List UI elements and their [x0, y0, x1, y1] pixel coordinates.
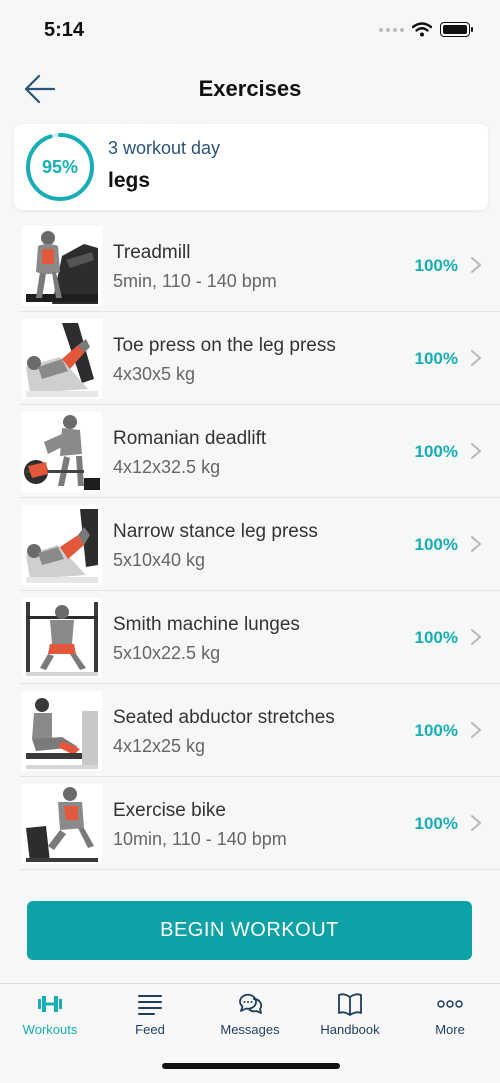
tab-label: Handbook [320, 1022, 380, 1037]
begin-workout-button[interactable]: BEGIN WORKOUT [27, 901, 472, 960]
tab-workouts[interactable]: Workouts [0, 990, 100, 1040]
tab-messages[interactable]: Messages [200, 990, 300, 1040]
narrow-leg-press-thumbnail [22, 505, 102, 585]
chevron-right-icon [471, 722, 482, 738]
status-icons [379, 22, 473, 37]
exercise-detail: 5x10x40 kg [113, 550, 206, 570]
exercise-percent: 100% [414, 721, 458, 740]
chevron-right-icon [471, 257, 482, 273]
exercise-detail: 10min, 110 - 140 bpm [113, 829, 287, 849]
progress-percent: 95% [41, 156, 79, 177]
more-dots-icon [437, 1000, 463, 1008]
exercise-percent: 100% [414, 349, 458, 368]
exercise-detail: 5min, 110 - 140 bpm [113, 271, 277, 291]
exercise-name: Narrow stance leg press [113, 521, 318, 542]
exercise-percent: 100% [414, 442, 458, 461]
chat-bubbles-icon [239, 993, 263, 1014]
exercise-percent: 100% [414, 814, 458, 833]
exercise-row-treadmill[interactable]: Treadmill 5min, 110 - 140 bpm 100% [20, 219, 500, 312]
wifi-icon [412, 22, 432, 37]
dumbbell-icon [38, 996, 62, 1012]
chevron-right-icon [471, 350, 482, 366]
tab-more[interactable]: More [400, 990, 500, 1040]
home-indicator [162, 1063, 340, 1069]
toe-press-thumbnail [22, 319, 102, 399]
battery-icon [440, 22, 473, 37]
page-title: Exercises [198, 76, 302, 101]
workout-day-label: 3 workout day [108, 138, 221, 158]
exercise-percent: 100% [414, 628, 458, 647]
chevron-right-icon [471, 536, 482, 552]
tab-label: Messages [220, 1022, 280, 1037]
seated-abductor-thumbnail [22, 691, 102, 771]
exercise-row-smith-lunges[interactable]: Smith machine lunges 5x10x22.5 kg 100% [20, 591, 500, 684]
chevron-right-icon [471, 629, 482, 645]
signal-icon [379, 27, 404, 32]
chevron-right-icon [471, 443, 482, 459]
exercise-percent: 100% [414, 535, 458, 554]
chevron-right-icon [471, 815, 482, 831]
exercise-name: Treadmill [113, 242, 191, 263]
exercise-name: Toe press on the leg press [113, 335, 336, 356]
nav-header: Exercises [0, 62, 500, 116]
book-icon [338, 993, 362, 1016]
exercise-detail: 5x10x22.5 kg [113, 643, 221, 663]
exercise-row-romanian-deadlift[interactable]: Romanian deadlift 4x12x32.5 kg 100% [20, 405, 500, 498]
workout-name: legs [108, 169, 151, 192]
exercise-detail: 4x12x32.5 kg [113, 457, 221, 477]
exercise-row-toe-press[interactable]: Toe press on the leg press 4x30x5 kg 100… [20, 312, 500, 405]
list-icon [138, 995, 162, 1015]
exercise-name: Seated abductor stretches [113, 707, 335, 728]
exercise-bike-thumbnail [22, 784, 102, 864]
status-time: 5:14 [44, 19, 85, 41]
smith-lunges-thumbnail [22, 598, 102, 678]
exercise-name: Exercise bike [113, 800, 226, 821]
exercise-list: Treadmill 5min, 110 - 140 bpm 100% Toe p… [20, 219, 500, 870]
status-bar: 5:14 [0, 0, 500, 62]
tab-handbook[interactable]: Handbook [300, 990, 400, 1040]
exercise-name: Smith machine lunges [113, 614, 300, 635]
romanian-deadlift-thumbnail [22, 412, 102, 492]
exercise-row-exercise-bike[interactable]: Exercise bike 10min, 110 - 140 bpm 100% [20, 777, 500, 870]
exercise-row-seated-abductor[interactable]: Seated abductor stretches 4x12x25 kg 100… [20, 684, 500, 777]
tab-label: Feed [135, 1022, 165, 1037]
exercise-name: Romanian deadlift [113, 428, 267, 449]
treadmill-thumbnail [22, 226, 102, 306]
tab-label: More [435, 1022, 465, 1037]
exercise-detail: 4x30x5 kg [113, 364, 196, 384]
exercise-detail: 4x12x25 kg [113, 736, 206, 756]
tab-feed[interactable]: Feed [100, 990, 200, 1040]
exercise-percent: 100% [414, 256, 458, 275]
tab-label: Workouts [22, 1022, 78, 1037]
workout-summary-card: 95% 3 workout day legs [14, 124, 488, 210]
exercise-row-narrow-leg-press[interactable]: Narrow stance leg press 5x10x40 kg 100% [20, 498, 500, 591]
